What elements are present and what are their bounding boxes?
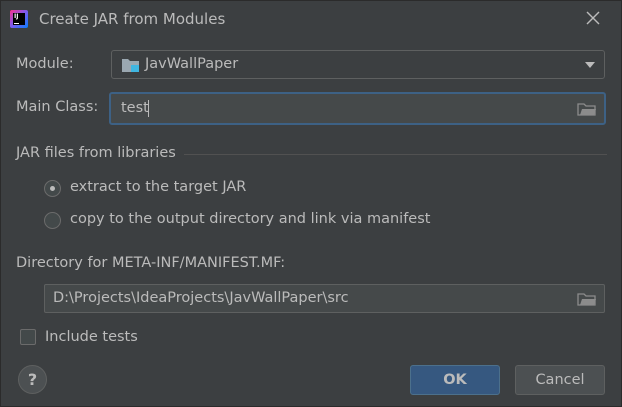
help-button[interactable]: ?: [18, 365, 47, 394]
title-bar: IJ Create JAR from Modules: [1, 1, 621, 37]
main-class-value: test: [121, 100, 149, 116]
close-icon[interactable]: [585, 10, 601, 26]
cancel-button[interactable]: Cancel: [515, 365, 605, 395]
copy-to-output-label[interactable]: copy to the output directory and link vi…: [70, 211, 430, 227]
include-tests-checkbox[interactable]: [20, 329, 36, 345]
text-caret: [148, 100, 149, 117]
create-jar-dialog: IJ Create JAR from Modules Module: JavWa…: [0, 0, 622, 407]
module-dropdown[interactable]: JavWallPaper: [111, 50, 605, 79]
browse-folder-icon[interactable]: [577, 291, 597, 307]
libraries-section-title: JAR files from libraries: [16, 145, 176, 161]
dialog-title: Create JAR from Modules: [39, 10, 226, 28]
extract-to-jar-radio[interactable]: [44, 180, 61, 197]
include-tests-label[interactable]: Include tests: [45, 329, 138, 345]
intellij-idea-icon: IJ: [10, 10, 28, 28]
extract-to-jar-label[interactable]: extract to the target JAR: [70, 179, 246, 195]
ok-button[interactable]: OK: [410, 365, 500, 395]
module-label: Module:: [16, 56, 74, 72]
main-class-label: Main Class:: [16, 99, 99, 115]
manifest-dir-value: D:\Projects\IdeaProjects\JavWallPaper\sr…: [53, 290, 349, 306]
module-value: JavWallPaper: [145, 56, 239, 72]
main-class-input[interactable]: test: [109, 92, 606, 125]
section-divider: [184, 154, 607, 155]
manifest-dir-input[interactable]: D:\Projects\IdeaProjects\JavWallPaper\sr…: [44, 284, 605, 313]
copy-to-output-radio[interactable]: [44, 212, 61, 229]
manifest-dir-label: Directory for META-INF/MANIFEST.MF:: [16, 255, 286, 271]
browse-folder-icon[interactable]: [577, 101, 597, 117]
module-folder-icon: [122, 59, 139, 72]
chevron-down-icon[interactable]: [585, 62, 595, 68]
